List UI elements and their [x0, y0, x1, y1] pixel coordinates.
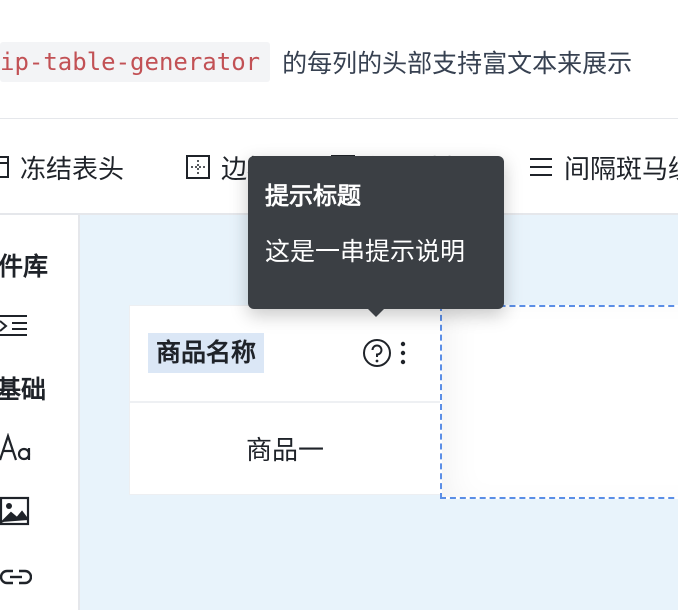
- intro-line: ip-table-generator 的每列的头部支持富文本来展示: [0, 40, 632, 84]
- intro-text: 的每列的头部支持富文本来展示: [282, 49, 633, 78]
- component-library-title: 件库: [0, 252, 49, 281]
- indent-icon[interactable]: [0, 313, 30, 337]
- help-circle-icon[interactable]: [362, 338, 392, 368]
- basic-section-title: 基础: [0, 375, 47, 404]
- zebra-stripe-toggle[interactable]: 间隔斑马纹: [528, 150, 678, 185]
- list-icon: [530, 158, 552, 176]
- column-header-title[interactable]: 商品名称: [148, 333, 265, 373]
- tooltip-title: 提示标题: [265, 182, 361, 210]
- more-vertical-icon[interactable]: [398, 338, 408, 368]
- text-type-icon[interactable]: [0, 433, 34, 463]
- table-header-cell[interactable]: 商品名称: [130, 306, 440, 403]
- code-snippet: ip-table-generator: [0, 42, 271, 82]
- help-tooltip: 提示标题 这是一串提示说明: [248, 156, 504, 317]
- freeze-header-label: 冻结表头: [20, 154, 125, 185]
- link-icon[interactable]: [0, 565, 32, 589]
- table-preview[interactable]: 商品名称 商品一: [129, 305, 441, 495]
- freeze-header-icon: [0, 156, 9, 178]
- zebra-stripe-label: 间隔斑马纹: [564, 154, 678, 185]
- component-panel: 件库 基础: [0, 215, 80, 610]
- image-icon[interactable]: [0, 496, 30, 526]
- border-icon: [186, 155, 210, 179]
- freeze-header-toggle[interactable]: 冻结表头: [0, 150, 125, 185]
- page: ip-table-generator 的每列的头部支持富文本来展示 冻结表头 边…: [0, 0, 678, 610]
- table-cell[interactable]: 商品一: [130, 403, 440, 494]
- divider: [0, 118, 678, 119]
- tooltip-description: 这是一串提示说明: [265, 237, 466, 266]
- new-column-drop-zone[interactable]: [440, 305, 678, 499]
